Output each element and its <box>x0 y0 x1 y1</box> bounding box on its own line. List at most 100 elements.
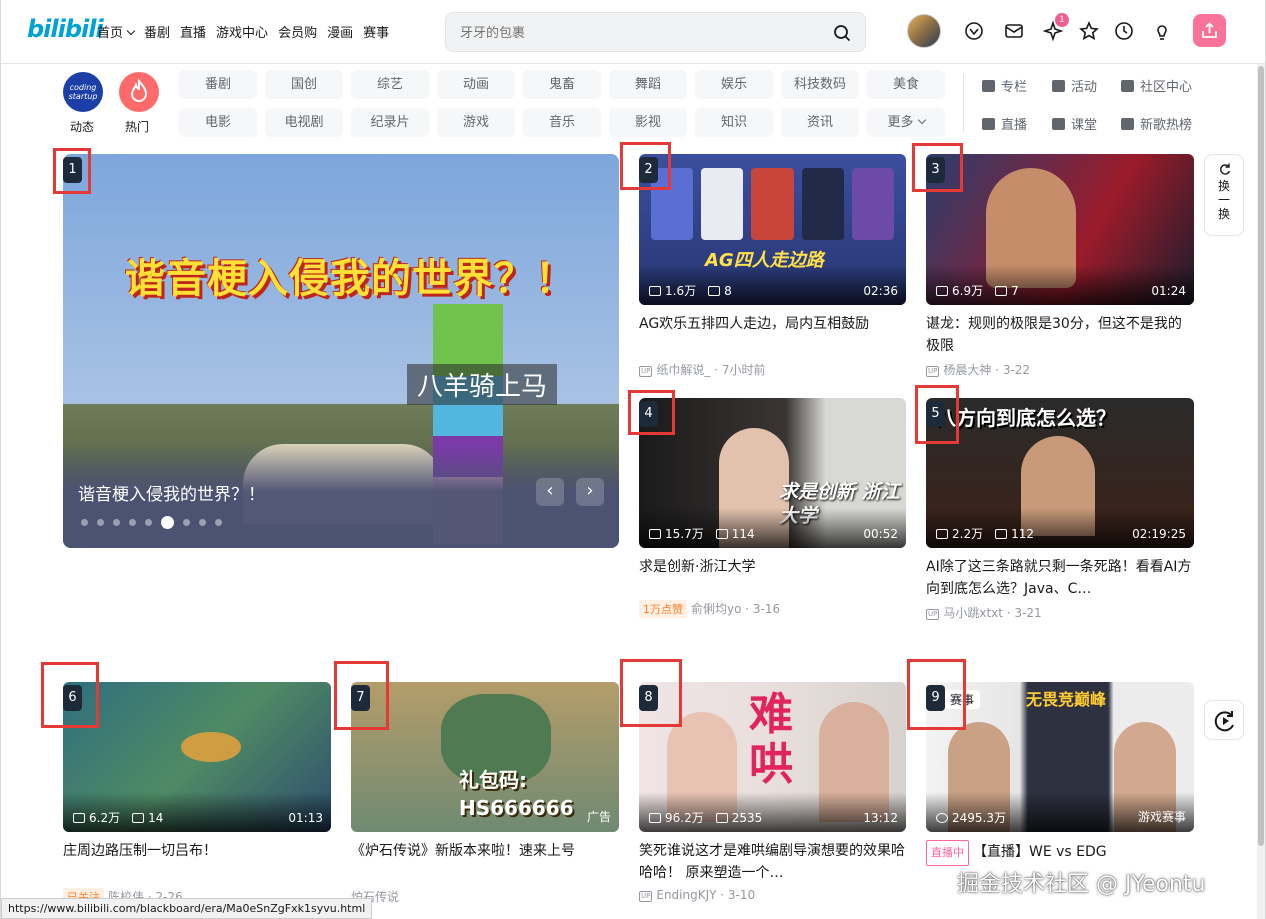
nav-anime[interactable]: 番剧 <box>144 22 170 41</box>
scrollbar-thumb[interactable] <box>1258 66 1264 846</box>
carousel-next-button[interactable]: › <box>576 478 604 506</box>
live-card[interactable]: 无畏竞巅峰 赛事 2495.3万 游戏赛事 直播中 【直播】WE vs EDG <box>926 682 1194 884</box>
video-card[interactable]: 6.9万 7 01:24 谌龙：规则的极限是30分，但这不是我的极限 UP 杨晨大神… <box>926 154 1194 378</box>
nav-game-center[interactable]: 游戏中心 <box>216 22 268 41</box>
hot-channel-icon[interactable] <box>119 72 159 112</box>
carousel-dot[interactable] <box>161 516 174 529</box>
uploader-icon: UP <box>639 366 653 377</box>
channel-more-button[interactable]: 更多 <box>867 108 945 137</box>
video-title[interactable]: 求是创新·浙江大学 <box>639 556 906 596</box>
carousel-dot[interactable] <box>129 519 136 526</box>
carousel-dot[interactable] <box>199 519 206 526</box>
carousel-dot[interactable] <box>97 519 104 526</box>
favorites-star-icon[interactable] <box>1078 20 1100 42</box>
video-meta[interactable]: UP 杨晨大神 · 3-22 <box>926 361 1194 378</box>
video-meta[interactable]: UP 纸巾解说_ · 7小时前 <box>639 361 906 378</box>
video-card[interactable]: AG四人走边路 1.6万 8 02:36 AG欢乐五排四人走边，局内互相鼓励 UP… <box>639 154 906 378</box>
nav-esports[interactable]: 赛事 <box>363 22 389 41</box>
upload-icon <box>1202 22 1217 38</box>
hero-carousel[interactable]: 谐音梗入侵我的世界？！ 八羊骑上马 谐音梗入侵我的世界？！ ‹ › <box>63 154 619 548</box>
channel-item[interactable]: 电视剧 <box>265 108 343 137</box>
link-activity[interactable]: 活动 <box>1052 76 1097 95</box>
video-meta[interactable]: 炉石传说 <box>351 888 619 905</box>
video-card[interactable]: 求是创新 浙江大学 15.7万114 00:52 求是创新·浙江大学 1万点赞俞… <box>639 398 906 618</box>
vip-icon[interactable] <box>963 20 985 42</box>
play-icon <box>649 529 661 539</box>
link-live[interactable]: 直播 <box>982 114 1027 133</box>
channel-item[interactable]: 电影 <box>179 108 257 137</box>
carousel-dot[interactable] <box>81 519 88 526</box>
carousel-dot[interactable] <box>113 519 120 526</box>
video-title[interactable]: 谌龙：规则的极限是30分，但这不是我的极限 <box>926 313 1194 357</box>
video-card[interactable]: 6.2万14 01:13 庄周边路压制一切吕布！ 已关注陈校伟 · 2-26 <box>63 682 331 906</box>
video-thumbnail[interactable]: 礼包码: HS666666 广告 <box>351 682 619 832</box>
creation-bulb-icon[interactable] <box>1151 20 1173 42</box>
channel-item[interactable]: 舞蹈 <box>609 70 687 99</box>
channel-item[interactable]: 动画 <box>437 70 515 99</box>
scrollbar[interactable] <box>1257 64 1265 919</box>
replay-button[interactable] <box>1204 700 1244 740</box>
channel-item[interactable]: 科技数码 <box>781 70 859 99</box>
channel-item[interactable]: 资讯 <box>781 108 859 137</box>
video-thumbnail[interactable]: AG四人走边路 1.6万 8 02:36 <box>639 154 906 305</box>
live-category: 游戏赛事 <box>1137 810 1186 824</box>
carousel-title[interactable]: 谐音梗入侵我的世界？！ <box>78 480 265 505</box>
highlight-box <box>620 659 682 727</box>
nav-manga[interactable]: 漫画 <box>327 22 353 41</box>
hot-label[interactable]: 热门 <box>125 118 149 135</box>
video-thumbnail[interactable]: 6.9万 7 01:24 <box>926 154 1194 305</box>
channel-item[interactable]: 国创 <box>265 70 343 99</box>
link-column[interactable]: 专栏 <box>982 76 1027 95</box>
avatar[interactable] <box>907 14 941 48</box>
upload-button[interactable] <box>1193 14 1226 47</box>
carousel-dot[interactable] <box>215 519 222 526</box>
channel-item[interactable]: 游戏 <box>437 108 515 137</box>
video-card[interactable]: 礼包码: HS666666 广告 《炉石传说》新版本来啦！速来上号 炉石传说 <box>351 682 619 905</box>
likes-badge: 1万点赞 <box>639 600 687 618</box>
link-classroom[interactable]: 课堂 <box>1052 114 1097 133</box>
search-input[interactable] <box>460 23 820 43</box>
video-card[interactable]: 八方向到底怎么选？ 2.2万 112 02:19:25 AI除了这三条路就只剩一条… <box>926 398 1194 621</box>
video-title[interactable]: 笑死谁说这才是难哄编剧导演想要的效果哈哈哈！ 原来塑造一个… <box>639 840 906 884</box>
search-icon[interactable] <box>833 24 851 42</box>
thumbnail-heroes <box>651 168 895 240</box>
channel-item[interactable]: 番剧 <box>179 70 257 99</box>
bilibili-logo[interactable]: bilibili <box>27 15 104 43</box>
carousel-dot[interactable] <box>145 519 152 526</box>
video-thumbnail[interactable]: 6.2万 14 01:13 <box>63 682 331 832</box>
video-title[interactable]: AI除了这三条路就只剩一条死路！看看AI方向到底怎么选？Java、C… <box>926 556 1194 600</box>
nav-home[interactable]: 首页 <box>97 22 136 41</box>
channel-item[interactable]: 知识 <box>695 108 773 137</box>
channel-item[interactable]: 美食 <box>867 70 945 99</box>
channel-item[interactable]: 音乐 <box>523 108 601 137</box>
history-clock-icon[interactable] <box>1113 20 1135 42</box>
channel-item[interactable]: 综艺 <box>351 70 429 99</box>
nav-live[interactable]: 直播 <box>180 22 206 41</box>
live-thumbnail[interactable]: 无畏竞巅峰 赛事 2495.3万 游戏赛事 <box>926 682 1194 832</box>
dynamic-channel-icon[interactable]: coding startup <box>63 72 103 112</box>
video-meta[interactable]: UP 马小跳xtxt · 3-21 <box>926 604 1194 621</box>
refresh-button[interactable]: 换一换 <box>1204 154 1244 236</box>
video-title[interactable]: 庄周边路压制一切吕布！ <box>63 840 331 884</box>
channel-item[interactable]: 娱乐 <box>695 70 773 99</box>
carousel-dot[interactable] <box>183 519 190 526</box>
highlight-box <box>912 143 963 192</box>
channel-item[interactable]: 鬼畜 <box>523 70 601 99</box>
channel-item[interactable]: 影视 <box>609 108 687 137</box>
video-meta[interactable]: 1万点赞 俞俐均yo · 3-16 <box>639 600 906 618</box>
carousel-overlay-text: 八羊骑上马 <box>407 364 558 405</box>
video-thumbnail[interactable]: 求是创新 浙江大学 15.7万114 00:52 <box>639 398 906 548</box>
video-stats: 96.2万 2535 <box>649 809 762 826</box>
link-community[interactable]: 社区中心 <box>1121 76 1192 95</box>
video-thumbnail[interactable]: 八方向到底怎么选？ 2.2万 112 02:19:25 <box>926 398 1194 548</box>
video-meta[interactable]: UP EndingKJY · 3-10 <box>639 888 906 902</box>
video-title[interactable]: 《炉石传说》新版本来啦！速来上号 <box>351 840 619 884</box>
video-stats: 2.2万 112 <box>936 525 1034 542</box>
carousel-prev-button[interactable]: ‹ <box>536 478 564 506</box>
message-icon[interactable] <box>1003 20 1025 42</box>
channel-item[interactable]: 纪录片 <box>351 108 429 137</box>
link-new-songs[interactable]: 新歌热榜 <box>1121 114 1192 133</box>
dynamic-label[interactable]: 动态 <box>70 118 94 135</box>
nav-shop[interactable]: 会员购 <box>278 22 317 41</box>
video-title[interactable]: AG欢乐五排四人走边，局内互相鼓励 <box>639 313 906 357</box>
